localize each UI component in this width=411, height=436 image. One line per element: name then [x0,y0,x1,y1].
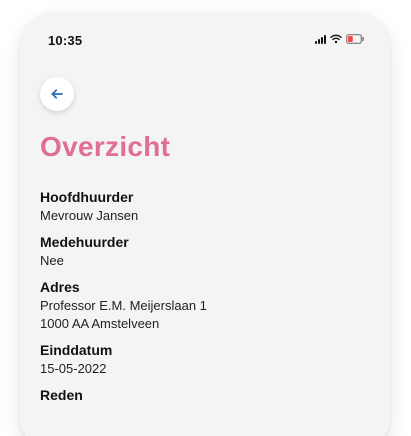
field-label: Einddatum [40,342,113,358]
field-label: Hoofdhuurder [40,189,134,205]
field-value: Nee [40,253,64,268]
detail-main-tenant: Hoofdhuurder Mevrouw Jansen [40,189,360,225]
battery-icon [346,34,364,44]
detail-co-tenant: Medehuurder Nee [40,234,360,270]
field-label: Adres [40,279,80,295]
signal-icon [315,34,326,44]
wifi-icon [330,34,342,44]
address-line-1: Professor E.M. Meijerslaan 1 [40,298,207,313]
field-label: Reden [40,387,83,403]
field-label: Medehuurder [40,234,129,250]
status-time: 10:35 [48,33,83,48]
detail-address: Adres Professor E.M. Meijerslaan 1 1000 … [40,279,360,333]
field-value: 15-05-2022 [40,361,107,376]
address-line-2: 1000 AA Amstelveen [40,316,160,331]
overview-details: Hoofdhuurder Mevrouw Jansen Medehuurder … [40,189,360,412]
status-icons [315,33,364,45]
back-button[interactable] [40,77,74,111]
arrow-left-icon [51,89,63,99]
status-bar: 10:35 [20,12,390,62]
detail-reason: Reden [40,387,360,403]
page-title: Overzicht [40,131,171,162]
phone-screen-preview: 10:35 Overzicht Hoofdhuurder Mevrouw Jan… [0,0,411,436]
phone-frame: 10:35 Overzicht Hoofdhuurder Mevrouw Jan… [20,12,390,436]
field-value: Mevrouw Jansen [40,208,139,223]
detail-end-date: Einddatum 15-05-2022 [40,342,360,378]
